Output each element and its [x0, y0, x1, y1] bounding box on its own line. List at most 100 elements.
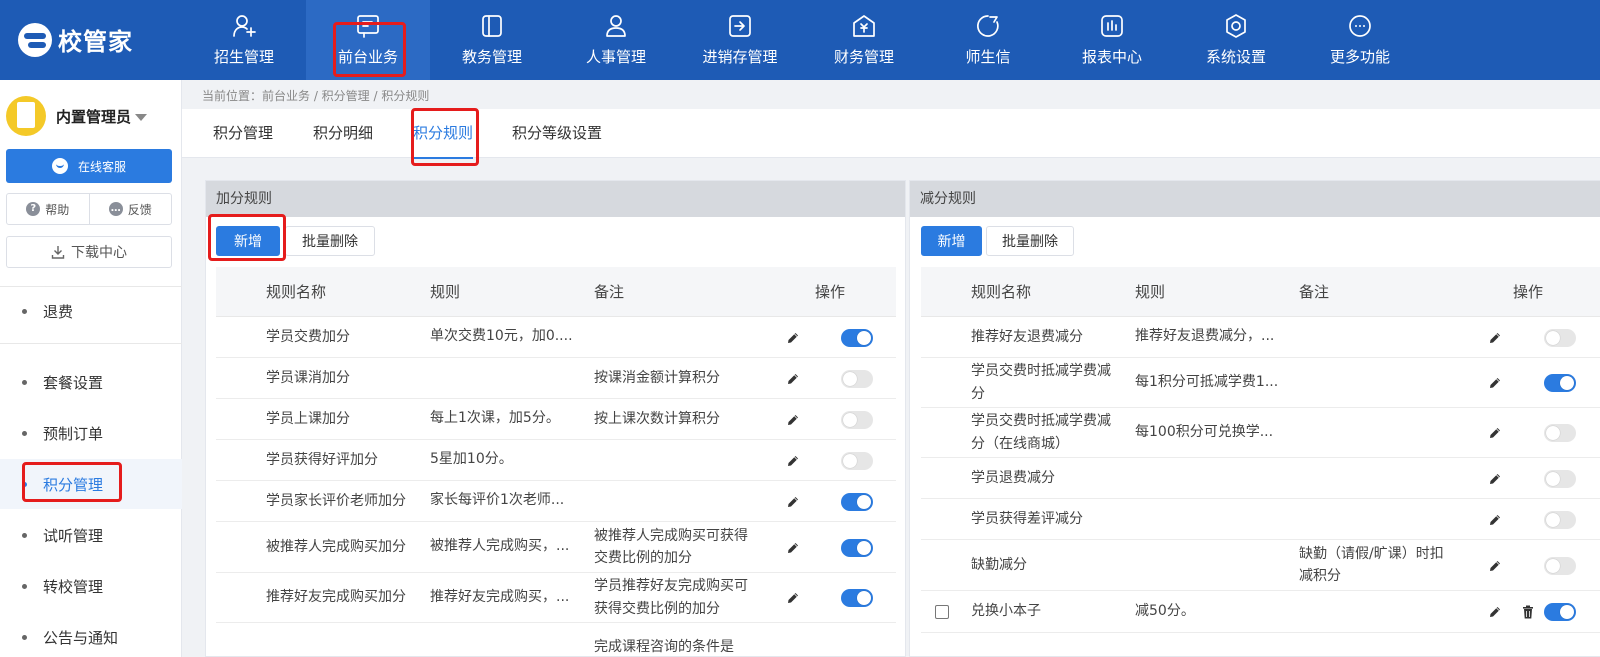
batch-delete-deduct-button[interactable]: 批量删除 — [986, 226, 1074, 256]
rule-text: 家长每评价1次老师... — [430, 492, 565, 509]
enable-toggle[interactable] — [841, 589, 873, 607]
enable-toggle[interactable] — [841, 492, 873, 511]
edit-pencil-icon[interactable] — [786, 372, 800, 386]
enable-toggle[interactable] — [1544, 603, 1576, 621]
edit-pencil-icon[interactable] — [1488, 331, 1502, 345]
edit-pencil-icon[interactable] — [1488, 559, 1502, 573]
book-icon — [482, 15, 502, 37]
edit-pencil-icon[interactable] — [786, 331, 800, 345]
toggle-knob — [1546, 426, 1560, 440]
rule-name: 学员交费时抵减学费减分（在线商城） — [971, 413, 1111, 452]
nav-item-9[interactable]: 更多功能 — [1298, 0, 1422, 80]
delete-trash-icon[interactable] — [1522, 605, 1534, 619]
online-service-label: 在线客服 — [77, 159, 126, 174]
rule-note: 缺勤（请假/旷课）时扣减积分 — [1299, 545, 1444, 584]
enable-toggle[interactable] — [1544, 556, 1576, 575]
rule-text — [1135, 499, 1290, 539]
nav-item-6[interactable]: 师生信 — [926, 0, 1050, 80]
sidebar-item-4[interactable]: 试听管理 — [0, 510, 182, 560]
enable-toggle[interactable] — [841, 451, 873, 470]
rule-text: 推荐好友退费减分，... — [1135, 328, 1275, 345]
edit-pencil-icon[interactable] — [1488, 472, 1502, 486]
table-row: 完成课程咨询的条件是 — [216, 623, 896, 657]
bullet-dot — [22, 308, 27, 314]
bullet-dot — [22, 430, 27, 436]
nav-item-0[interactable]: 招生管理 — [182, 0, 306, 80]
sidebar-item-2[interactable]: 预制订单 — [0, 408, 182, 458]
edit-pencil-icon[interactable] — [1488, 426, 1502, 440]
user-menu[interactable]: 内置管理员 — [6, 96, 148, 136]
edit-pencil-icon[interactable] — [786, 413, 800, 427]
enable-toggle[interactable] — [841, 410, 873, 429]
batch-delete-button[interactable]: 批量删除 — [285, 226, 375, 256]
toggle-knob — [843, 412, 857, 427]
edit-pencil-icon[interactable] — [786, 541, 800, 555]
sidebar-item-6[interactable]: 公告与通知 — [0, 612, 182, 657]
edit-pencil-icon[interactable] — [1488, 513, 1502, 527]
user-plus-icon — [233, 15, 256, 37]
online-service-button[interactable]: 在线客服 — [6, 149, 172, 183]
brand-logo[interactable]: 校管家 — [18, 22, 133, 57]
sidebar-item-label: 预制订单 — [43, 424, 104, 443]
feedback-button[interactable]: … 反馈 — [88, 194, 172, 224]
rule-text: 单次交费10元，加0.... — [430, 328, 573, 345]
more-icon — [1349, 15, 1371, 37]
rule-name: 学员交费加分 — [266, 328, 350, 345]
nav-item-label: 招生管理 — [213, 48, 274, 66]
help-button[interactable]: ? 帮助 — [7, 194, 89, 224]
table-row: 学员交费时抵减学费减分（在线商城） 每100积分可兑换学... — [921, 408, 1600, 458]
edit-pencil-icon[interactable] — [786, 591, 800, 605]
nav-item-5[interactable]: 财务管理 — [802, 0, 926, 80]
enable-toggle[interactable] — [1544, 510, 1576, 529]
toggle-knob — [843, 371, 857, 386]
edit-pencil-icon[interactable] — [1488, 605, 1502, 619]
nav-item-3[interactable]: 人事管理 — [554, 0, 678, 80]
table-header: 规则名称 规则 备注 操作 — [921, 267, 1600, 317]
sidebar-item-5[interactable]: 转校管理 — [0, 561, 182, 611]
edit-pencil-icon[interactable] — [786, 495, 800, 509]
nav-item-4[interactable]: 进销存管理 — [678, 0, 802, 80]
enable-toggle[interactable] — [1544, 374, 1576, 392]
add-deduct-rule-button[interactable]: 新增 — [921, 226, 982, 256]
enable-toggle[interactable] — [1544, 328, 1576, 347]
enable-toggle[interactable] — [841, 369, 873, 388]
enable-toggle[interactable] — [841, 538, 873, 557]
toggle-knob — [857, 540, 871, 555]
report-icon — [1101, 15, 1123, 37]
deduct-rules-panel: 减分规则 新增 批量删除 规则名称 规则 备注 操作 推荐好友退费减分 推荐好友退费减分，… — [909, 180, 1600, 657]
table-row: 学员交费加分 单次交费10元，加0.... — [216, 317, 896, 358]
rule-name: 学员课消加分 — [266, 369, 350, 386]
sidebar-item-1[interactable]: 套餐设置 — [0, 357, 182, 407]
column-header: 规则 — [1135, 283, 1166, 301]
highlight-box-tab — [411, 108, 479, 166]
rule-name: 兑换小本子 — [971, 603, 1041, 620]
rule-text — [430, 623, 590, 657]
rule-name: 学员获得好评加分 — [266, 451, 378, 468]
nav-item-7[interactable]: 报表中心 — [1050, 0, 1174, 80]
table-row: 推荐好友退费减分 推荐好友退费减分，... — [921, 317, 1600, 358]
edit-pencil-icon[interactable] — [786, 454, 800, 468]
row-checkbox[interactable] — [935, 605, 949, 619]
rule-name: 学员上课加分 — [266, 410, 350, 427]
rule-note — [594, 317, 754, 357]
tab-1[interactable]: 积分明细 — [313, 109, 373, 158]
edit-pencil-icon[interactable] — [1488, 376, 1502, 390]
tab-3[interactable]: 积分等级设置 — [512, 109, 602, 158]
person-icon — [606, 15, 626, 37]
rule-name: 缺勤减分 — [971, 556, 1027, 573]
sidebar-item-label: 转校管理 — [43, 577, 104, 596]
tab-0[interactable]: 积分管理 — [213, 109, 273, 158]
bullet-dot — [22, 634, 27, 640]
sidebar-item-0[interactable]: 退费 — [0, 286, 182, 336]
rule-note — [1299, 499, 1449, 539]
nav-item-8[interactable]: 系统设置 — [1174, 0, 1298, 80]
brand-name: 校管家 — [58, 28, 133, 56]
toggle-knob — [857, 330, 871, 345]
enable-toggle[interactable] — [1544, 469, 1576, 488]
rule-name: 学员退费减分 — [971, 469, 1055, 486]
download-center-button[interactable]: 下载中心 — [6, 236, 172, 268]
enable-toggle[interactable] — [841, 328, 873, 347]
enable-toggle[interactable] — [1544, 424, 1576, 442]
table-row: 学员获得差评减分 — [921, 499, 1600, 540]
nav-item-2[interactable]: 教务管理 — [430, 0, 554, 80]
